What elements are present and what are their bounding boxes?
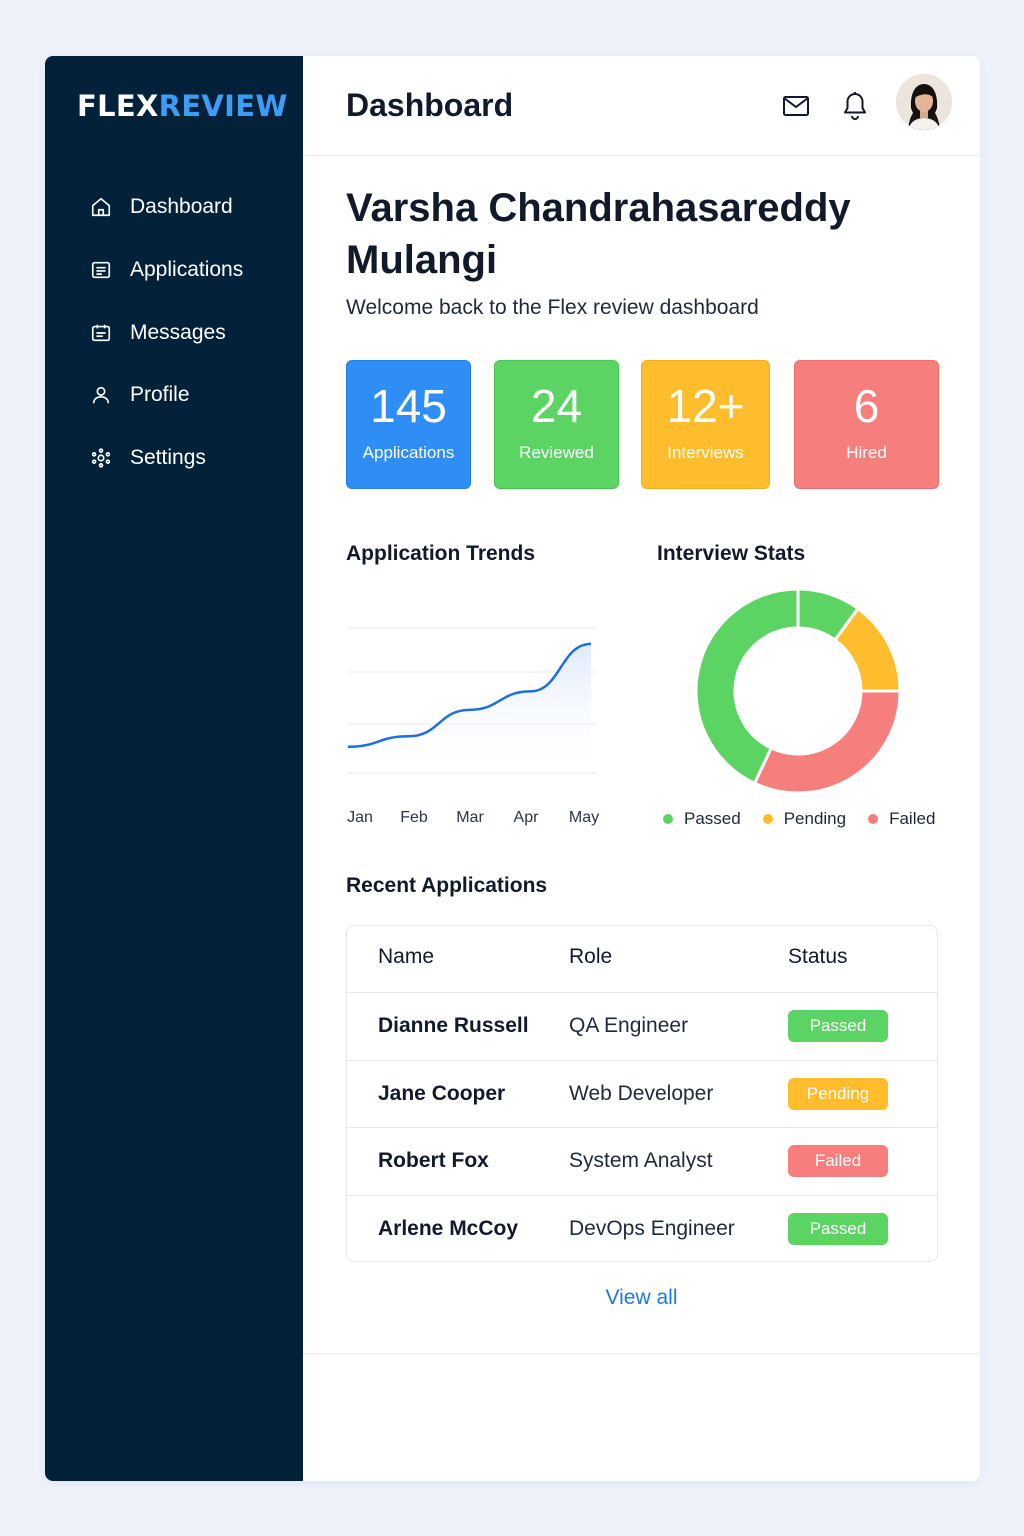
- welcome-text: Welcome back to the Flex review dashboar…: [346, 296, 759, 319]
- sidebar-item-messages[interactable]: Messages: [45, 301, 303, 364]
- list-icon: [90, 259, 112, 281]
- legend-item-pending: Pending: [762, 809, 847, 829]
- sidebar-item-settings[interactable]: Settings: [45, 427, 303, 490]
- sidebar: FLEXREVIEW Dashboard Applications Messag…: [45, 56, 303, 1481]
- message-icon: [90, 322, 112, 344]
- status-badge: Pending: [788, 1077, 888, 1110]
- mail-icon[interactable]: [781, 91, 811, 121]
- sidebar-item-label: Dashboard: [130, 195, 233, 219]
- stat-card-reviewed[interactable]: 24 Reviewed: [494, 360, 619, 489]
- view-all-link[interactable]: View all: [303, 1286, 980, 1310]
- applicant-name: Robert Fox: [378, 1149, 489, 1172]
- gear-icon: [90, 447, 112, 469]
- legend-dot: [762, 814, 773, 824]
- x-tick-label: May: [569, 809, 599, 826]
- legend-label: Failed: [889, 809, 936, 828]
- stat-card-interviews[interactable]: 12+ Interviews: [641, 360, 770, 489]
- avatar[interactable]: [896, 74, 952, 130]
- stat-value: 24: [530, 380, 583, 432]
- column-header-role: Role: [569, 945, 613, 968]
- applicant-role: DevOps Engineer: [569, 1216, 735, 1240]
- sidebar-item-profile[interactable]: Profile: [45, 364, 303, 427]
- interview-stats-title: Interview Stats: [657, 542, 806, 565]
- brand-logo-part1: FLEX: [77, 89, 159, 123]
- table-row[interactable]: Dianne Russell QA Engineer Passed: [347, 993, 937, 1061]
- user-name: Varsha Chandrahasareddy Mulangi: [346, 186, 851, 282]
- app-window: FLEXREVIEW Dashboard Applications Messag…: [45, 56, 980, 1481]
- stat-label: Interviews: [667, 443, 744, 462]
- user-icon: [90, 384, 112, 406]
- legend-label: Passed: [684, 809, 741, 828]
- x-tick-label: Jan: [347, 809, 373, 826]
- stat-label: Applications: [362, 443, 455, 462]
- interview-stats-legend: Passed Pending Failed: [663, 809, 935, 829]
- x-tick-label: Apr: [514, 809, 540, 826]
- recent-applications-table: Name Role Status Dianne Russell QA Engin…: [346, 925, 938, 1262]
- table-row[interactable]: Robert Fox System Analyst Failed: [347, 1128, 937, 1196]
- applicant-name: Arlene McCoy: [378, 1216, 519, 1240]
- table-row[interactable]: Arlene McCoy DevOps Engineer Passed: [347, 1196, 937, 1264]
- status-badge: Passed: [788, 1212, 888, 1245]
- divider: [303, 1353, 980, 1354]
- top-header: Dashboard: [303, 56, 980, 156]
- stat-card-hired[interactable]: 6 Hired: [794, 360, 939, 489]
- home-icon: [90, 196, 112, 218]
- applicant-role: System Analyst: [569, 1149, 713, 1172]
- sidebar-item-dashboard[interactable]: Dashboard: [45, 176, 303, 239]
- donut-slice-failed[interactable]: [752, 689, 902, 795]
- trends-title: Application Trends: [346, 542, 536, 565]
- brand-logo-part2: REVIEW: [158, 89, 288, 123]
- applicant-role: Web Developer: [569, 1081, 714, 1105]
- applicant-name: Dianne Russell: [378, 1014, 529, 1037]
- table-row[interactable]: Jane Cooper Web Developer Pending: [347, 1061, 937, 1128]
- avatar-portrait: [896, 74, 952, 130]
- sidebar-item-label: Applications: [130, 258, 244, 282]
- x-tick-label: Mar: [456, 809, 484, 826]
- sidebar-nav: Dashboard Applications Messages Profile: [45, 176, 303, 489]
- stat-value: 12+: [666, 380, 745, 432]
- sidebar-item-applications[interactable]: Applications: [45, 239, 303, 302]
- applicant-role: QA Engineer: [569, 1014, 689, 1037]
- legend-item-failed: Failed: [868, 809, 935, 829]
- sidebar-item-label: Settings: [130, 446, 206, 470]
- application-trends-chart: Jan Feb Mar Apr May: [347, 627, 599, 826]
- stat-label: Hired: [846, 443, 887, 462]
- status-badge: Passed: [788, 1010, 888, 1042]
- column-header-status: Status: [788, 945, 848, 968]
- main-content: Varsha Chandrahasareddy Mulangi Welcome …: [303, 156, 980, 1481]
- stat-value: 6: [853, 380, 880, 432]
- x-tick-label: Feb: [400, 809, 428, 826]
- recent-applications-title: Recent Applications: [346, 874, 548, 897]
- stat-value: 145: [370, 380, 447, 432]
- legend-dot: [868, 814, 879, 824]
- legend-dot: [663, 814, 673, 824]
- legend-label: Pending: [783, 809, 847, 828]
- legend-item-passed: Passed: [663, 809, 741, 829]
- sidebar-item-label: Profile: [130, 383, 190, 407]
- sidebar-item-label: Messages: [130, 320, 226, 344]
- applicant-name: Jane Cooper: [378, 1081, 506, 1105]
- stat-label: Reviewed: [519, 443, 594, 462]
- bell-icon[interactable]: [840, 91, 870, 121]
- page-title: Dashboard: [346, 87, 514, 123]
- status-badge: Failed: [788, 1145, 888, 1177]
- interview-stats-chart: [694, 587, 902, 795]
- column-header-name: Name: [378, 945, 435, 968]
- stat-card-applications[interactable]: 145 Applications: [346, 360, 471, 489]
- table-header: Name Role Status: [347, 926, 937, 993]
- brand-logo[interactable]: FLEXREVIEW: [77, 89, 288, 123]
